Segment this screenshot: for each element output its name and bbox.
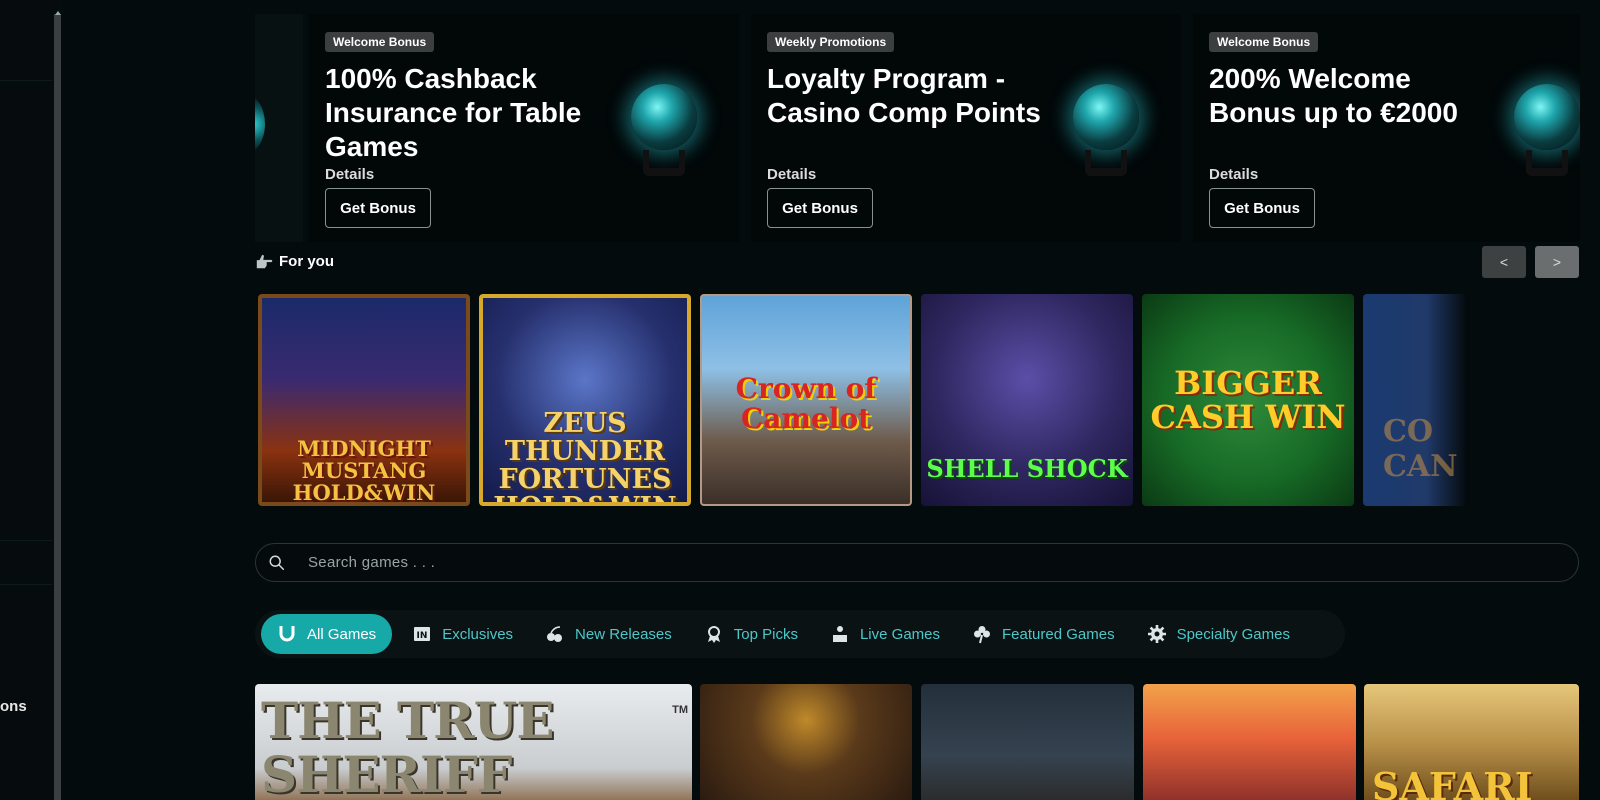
tab-label: Specialty Games	[1176, 625, 1290, 643]
game-title: SAFARI	[1372, 764, 1533, 800]
promo-card: Weekly Promotions Loyalty Program - Casi…	[751, 14, 1181, 242]
tab-specialty-games[interactable]: Specialty Games	[1131, 614, 1306, 654]
svg-text:IN: IN	[417, 631, 428, 641]
promo-details-link[interactable]: Details	[325, 166, 374, 183]
game-title: CO CAN	[1383, 414, 1458, 484]
clover-icon	[974, 626, 991, 644]
game-carousel: MIDNIGHT MUSTANG HOLD&WIN ZEUS THUNDER F…	[258, 294, 1468, 506]
game-tile[interactable]: BIGGER CASH WIN	[1142, 294, 1354, 506]
promo-card: Welcome Bonus 100% Cashback Insurance fo…	[309, 14, 739, 242]
section-title: For you	[279, 252, 334, 270]
promo-tag: Welcome Bonus	[325, 32, 435, 52]
game-title: MIDNIGHT MUSTANG HOLD&WIN	[292, 436, 436, 505]
sidebar-divider	[0, 80, 52, 81]
tab-label: Top Picks	[733, 625, 798, 643]
promo-title: Loyalty Program - Casino Comp Points	[767, 63, 1041, 128]
exclusive-badge-icon: IN	[414, 627, 431, 641]
game-title: ZEUS THUNDER FORTUNES HOLD&WIN	[493, 408, 676, 503]
tab-exclusives[interactable]: IN Exclusives	[396, 614, 529, 654]
crystal-ball-icon	[1514, 84, 1580, 150]
crystal-ball-stand	[1085, 150, 1127, 176]
game-tile[interactable]	[700, 684, 912, 800]
get-bonus-button[interactable]: Get Bonus	[767, 188, 873, 228]
for-you-header: For you	[255, 252, 334, 270]
get-bonus-button[interactable]: Get Bonus	[325, 188, 431, 228]
tab-label: Live Games	[859, 625, 941, 643]
promo-tag: Weekly Promotions	[767, 32, 895, 52]
promo-details-link[interactable]: Details	[767, 166, 816, 183]
game-tile[interactable]: ZEUS THUNDER FORTUNES HOLD&WIN	[479, 294, 691, 506]
game-tile[interactable]: THE TRUE SHERIFF TM	[255, 684, 692, 800]
tab-new-releases[interactable]: New Releases	[529, 614, 688, 654]
trademark-mark: TM	[672, 704, 688, 716]
crystal-ball-stand	[643, 150, 685, 176]
game-title: THE TRUE SHERIFF	[261, 691, 554, 800]
tab-live-games[interactable]: Live Games	[814, 614, 956, 654]
game-tile[interactable]: SHELL SHOCK	[921, 294, 1133, 506]
dealer-icon	[832, 626, 847, 642]
game-tile[interactable]	[1143, 684, 1356, 800]
tab-label: All Games	[307, 625, 377, 643]
sidebar-scrollbar[interactable]	[54, 11, 61, 800]
game-tile[interactable]: MIDNIGHT MUSTANG HOLD&WIN	[258, 294, 470, 506]
game-tile[interactable]: Crown of Camelot	[700, 294, 912, 506]
promo-details-link[interactable]: Details	[1209, 166, 1258, 183]
carousel-next-button[interactable]: >	[1535, 246, 1579, 278]
crystal-ball-icon	[1073, 84, 1139, 150]
crystal-ball-icon	[631, 84, 697, 150]
search-input[interactable]	[308, 554, 1508, 571]
cherries-icon	[547, 626, 563, 642]
tab-label: Featured Games	[1002, 625, 1115, 643]
tab-featured-games[interactable]: Featured Games	[956, 614, 1131, 654]
get-bonus-button[interactable]: Get Bonus	[1209, 188, 1315, 228]
tab-label: Exclusives	[442, 625, 514, 643]
game-tile[interactable]: SAFARI	[1364, 684, 1579, 800]
game-title: SHELL SHOCK	[926, 454, 1128, 483]
sidebar: ons	[0, 0, 62, 800]
promo-card: Welcome Bonus 200% Welcome Bonus up to €…	[1193, 14, 1580, 242]
search-bar	[255, 543, 1579, 582]
game-tile[interactable]	[921, 684, 1134, 800]
promo-carousel: Welcome Bonus 100% Cashback Insurance fo…	[255, 14, 1580, 242]
tab-label: New Releases	[575, 625, 672, 643]
carousel-prev-button[interactable]: <	[1482, 246, 1526, 278]
sidebar-divider	[0, 584, 52, 585]
crystal-ball-stand	[1526, 150, 1568, 176]
gear-icon	[1147, 625, 1166, 643]
award-ribbon-icon	[707, 626, 720, 643]
promo-title: 200% Welcome Bonus up to €2000	[1209, 63, 1458, 128]
game-title: BIGGER CASH WIN	[1150, 364, 1346, 436]
pointing-hand-icon	[256, 254, 273, 269]
sidebar-divider	[0, 540, 52, 541]
category-tabs: All Games IN Exclusives New Releases Top…	[255, 610, 1345, 658]
promo-tag: Welcome Bonus	[1209, 32, 1319, 52]
game-tile[interactable]: CO CAN	[1363, 294, 1468, 506]
promo-title: 100% Cashback Insurance for Table Games	[325, 63, 582, 162]
crystal-ball-icon	[255, 94, 265, 154]
horseshoe-icon	[279, 626, 295, 642]
sidebar-item-label[interactable]: ons	[0, 698, 27, 715]
game-title: Crown of Camelot	[735, 372, 877, 435]
scroll-up-arrow-icon[interactable]	[55, 11, 61, 15]
search-icon	[269, 555, 285, 570]
promo-card-partial	[255, 14, 303, 242]
tab-top-picks[interactable]: Top Picks	[688, 614, 814, 654]
tab-all-games[interactable]: All Games	[261, 614, 393, 654]
